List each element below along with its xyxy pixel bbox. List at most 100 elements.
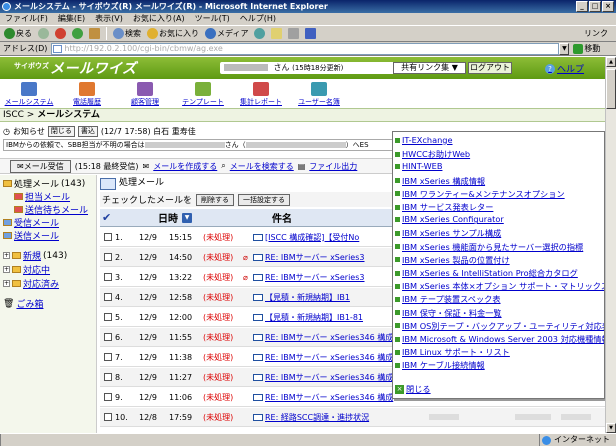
favorites-button[interactable]: お気に入り <box>145 28 201 39</box>
scroll-up-icon[interactable]: ▲ <box>606 57 616 67</box>
folder-title: 処理メール <box>119 178 165 188</box>
maximize-button[interactable]: □ <box>589 1 601 12</box>
scroll-down-icon[interactable]: ▼ <box>606 423 616 433</box>
search-mail-link[interactable]: メールを検索する <box>230 161 294 172</box>
folder-received[interactable]: 受信メール <box>3 216 59 229</box>
shared-links-close[interactable]: × 閉じる <box>395 383 431 395</box>
shared-link-item[interactable]: IBM xSeries 本体×オプション サポート・マトリックス <box>395 280 604 292</box>
shared-link-item[interactable]: IBM Linux サポート・リスト <box>395 346 510 358</box>
shared-link-item[interactable]: IBM サービス発表レター <box>395 201 493 213</box>
table-row[interactable]: 10. 12/8 17:59 (未処理) RE: 経路SCC調達・進捗状況 <box>100 408 605 427</box>
media-button[interactable]: メディア <box>203 28 250 39</box>
forward-button[interactable] <box>36 28 51 39</box>
date-column-header[interactable]: 日時 ▼ <box>158 210 192 225</box>
file-export-link[interactable]: ファイル出力 <box>309 161 357 172</box>
bullet-icon <box>395 230 400 236</box>
report-icon <box>253 82 269 96</box>
app-mail-system[interactable]: メールシステム <box>0 79 58 107</box>
scroll-thumb[interactable] <box>606 69 616 109</box>
shared-link-item[interactable]: IBM xSeries & IntelliStation Pro総合カタログ <box>395 267 578 279</box>
shared-link-item[interactable]: IBM xSeries 製品の位置付け <box>395 254 510 266</box>
links-label[interactable]: リンク <box>584 28 608 39</box>
shared-links-button[interactable]: 共有リンク集 ▼ <box>393 62 466 74</box>
vertical-scrollbar[interactable]: ▲ ▼ <box>605 57 616 433</box>
address-dropdown-button[interactable]: ▼ <box>559 42 570 55</box>
go-button[interactable]: 移動 <box>573 43 600 54</box>
stop-button[interactable] <box>53 28 68 39</box>
app-customer[interactable]: 顧客管理 <box>116 79 174 107</box>
breadcrumb-root[interactable]: ISCC <box>3 110 24 120</box>
folder-processing[interactable]: 処理メール (143) <box>3 177 85 190</box>
row-checkbox[interactable] <box>104 273 112 281</box>
app-report[interactable]: 集計レポート <box>232 79 290 107</box>
row-checkbox[interactable] <box>104 373 112 381</box>
folder-sending[interactable]: 送信待ちメール <box>14 203 88 216</box>
last-received: (15:18 最終受信) <box>74 161 139 171</box>
minimize-button[interactable]: _ <box>576 1 588 12</box>
sort-down-icon[interactable]: ▼ <box>182 212 192 223</box>
shared-link-item[interactable]: IBM テープ装置スペック表 <box>395 293 501 305</box>
search-button[interactable]: 検索 <box>111 28 143 39</box>
menu-tools[interactable]: ツール(T) <box>190 13 235 25</box>
row-checkbox[interactable] <box>104 253 112 261</box>
select-all-checkmark-icon[interactable]: ✔ <box>102 211 118 225</box>
create-mail-link[interactable]: メールを作成する <box>153 161 217 172</box>
print-button[interactable] <box>286 28 301 39</box>
folder-assigned[interactable]: 担当メール <box>14 190 70 203</box>
menu-file[interactable]: ファイル(F) <box>0 13 53 25</box>
row-checkbox[interactable] <box>104 233 112 241</box>
go-arrow-icon <box>573 43 584 54</box>
folder-sent[interactable]: 送信メール <box>3 229 59 242</box>
close-window-button[interactable]: × <box>602 1 614 12</box>
row-checkbox[interactable] <box>104 353 112 361</box>
shared-link-item[interactable]: HWCCお助けWeb <box>395 148 470 160</box>
help-link[interactable]: ? ヘルプ <box>545 62 584 75</box>
notice-write-button[interactable]: 書込 <box>77 126 98 137</box>
shared-link-item[interactable]: IBM ケーブル接続情報 <box>395 359 485 371</box>
row-checkbox[interactable] <box>104 393 112 401</box>
folder-trash[interactable]: 🗑 ごみ箱 <box>3 297 43 311</box>
receive-mail-button[interactable]: ✉メール受信 <box>10 159 71 173</box>
folder-in-progress[interactable]: + 対応中 <box>3 263 50 276</box>
edit-button[interactable] <box>303 28 318 39</box>
app-template[interactable]: テンプレート <box>174 79 232 107</box>
shared-link-item[interactable]: IBM xSeries サンプル構成 <box>395 227 501 239</box>
row-status: (未処理) <box>203 332 234 342</box>
history-button[interactable] <box>252 28 267 39</box>
menu-edit[interactable]: 編集(E) <box>53 13 90 25</box>
logout-button[interactable]: ログアウト <box>468 62 512 74</box>
address-bar: アドレス(D) http://192.0.2.100/cgi-bin/cbmw/… <box>0 42 616 56</box>
bulk-setting-button[interactable]: 一括設定する <box>238 193 291 206</box>
shared-link-item[interactable]: IBM Microsoft & Windows Server 2003 対応機種… <box>395 333 604 345</box>
mail-button[interactable] <box>269 28 284 39</box>
folder-tab-icon[interactable] <box>100 177 116 190</box>
shared-link-item[interactable]: IBM xSeries 機能面から見たサーバー選択の指標 <box>395 241 583 253</box>
back-button[interactable]: 戻る <box>2 28 34 39</box>
shared-link-item[interactable]: IBM ワランティー&メンテナンスオプション <box>395 188 565 200</box>
media-label: メディア <box>217 29 249 38</box>
shared-link-item[interactable]: IBM xSeries 構成情報 <box>395 175 485 187</box>
folder-done[interactable]: + 対応済み <box>3 277 59 290</box>
shared-link-item[interactable]: HINT-WEB <box>395 161 442 171</box>
app-phone-history[interactable]: 電話履歴 <box>58 79 116 107</box>
row-checkbox[interactable] <box>104 413 112 421</box>
menu-help[interactable]: ヘルプ(H) <box>235 13 281 25</box>
row-checkbox[interactable] <box>104 313 112 321</box>
row-subject[interactable]: RE: 経路SCC調達・進捗状況 <box>265 412 415 423</box>
shared-link-item[interactable]: IBM 保守・保証・料金一覧 <box>395 307 502 319</box>
menu-view[interactable]: 表示(V) <box>90 13 128 25</box>
delete-button[interactable]: 削除する <box>196 193 235 206</box>
shared-link-item[interactable]: IT-EXchange <box>395 135 453 145</box>
notice-close-button[interactable]: 閉じる <box>47 126 75 137</box>
row-checkbox[interactable] <box>104 333 112 341</box>
shared-link-item[interactable]: IBM OS別テープ・バックアップ・ユーティリティ対応表 <box>395 320 604 332</box>
home-button[interactable] <box>87 28 102 39</box>
row-checkbox[interactable] <box>104 293 112 301</box>
address-input[interactable]: http://192.0.2.100/cgi-bin/cbmw/ag.exe <box>51 42 560 55</box>
shared-link-item[interactable]: IBM xSeries Configurator <box>395 214 504 224</box>
menu-favorites[interactable]: お気に入り(A) <box>128 13 190 25</box>
folder-new[interactable]: + 新規 (143) <box>3 249 67 262</box>
app-user-directory[interactable]: ユーザー名簿 <box>290 79 348 107</box>
user-suffix: さん <box>273 63 290 72</box>
refresh-button[interactable] <box>70 28 85 39</box>
